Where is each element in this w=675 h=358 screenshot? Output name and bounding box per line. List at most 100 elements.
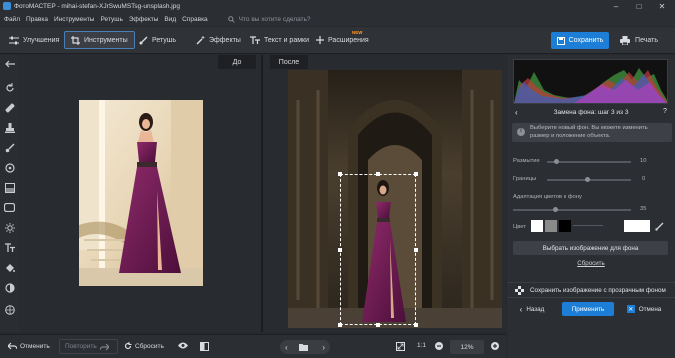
maximize-icon[interactable]: □ [629, 0, 649, 12]
choose-background-image-label: Выбрать изображение для фона [542, 244, 639, 252]
tab-retouch[interactable]: Ретушь [139, 31, 176, 49]
globe-icon[interactable] [4, 304, 15, 315]
compare-icon[interactable] [200, 342, 212, 351]
color-swatch-black[interactable] [559, 220, 571, 232]
info-box: i Выберите новый фон. Вы можете изменить… [512, 123, 672, 142]
resize-handle[interactable] [338, 323, 342, 327]
color-swatch-white[interactable] [531, 220, 543, 232]
help-icon[interactable]: ? [663, 108, 667, 115]
vignette-icon[interactable] [4, 202, 15, 213]
before-label: До [218, 55, 256, 69]
reset-label: Сбросить [135, 342, 164, 350]
resize-handle[interactable] [414, 248, 418, 252]
eyedropper-icon[interactable] [653, 221, 665, 231]
stamp-icon[interactable] [4, 122, 15, 133]
zoom-level-field[interactable]: 12% [450, 340, 484, 354]
adapt-slider[interactable] [513, 209, 631, 211]
eye-icon[interactable] [178, 342, 191, 349]
resize-handle[interactable] [414, 172, 418, 176]
save-icon [556, 36, 565, 45]
blur-value: 10 [640, 158, 647, 164]
fit-screen-icon[interactable] [396, 342, 408, 351]
search-icon [227, 15, 235, 23]
redo-button[interactable]: Повторить [59, 339, 118, 354]
next-photo-icon[interactable]: › [322, 343, 325, 352]
crop-icon [71, 35, 80, 45]
resize-handle[interactable] [338, 172, 342, 176]
bottom-bar: Отменить Повторить Сбросить ‹ › 1:1 12% [0, 334, 506, 358]
back-button[interactable]: ‹ Назад [512, 302, 552, 316]
blur-label: Размытие [513, 158, 540, 164]
print-button[interactable]: Печать [614, 32, 664, 49]
custom-color-swatch[interactable] [624, 220, 650, 232]
tab-effects[interactable]: Эффекты [196, 31, 241, 49]
cancel-button[interactable]: ✕ Отмена [619, 302, 669, 316]
actual-size-button[interactable]: 1:1 [417, 342, 426, 349]
menu-tools[interactable]: Инструменты [54, 16, 95, 23]
menu-help[interactable]: Справка [182, 16, 208, 23]
after-label: После [270, 55, 308, 69]
resize-handle[interactable] [414, 323, 418, 327]
before-after-divider[interactable] [261, 55, 263, 332]
close-x-icon: ✕ [626, 305, 635, 313]
info-icon: i [517, 128, 525, 136]
color-swatch-gray[interactable] [545, 220, 557, 232]
resize-handle[interactable] [376, 323, 380, 327]
actual-size-label: 1:1 [417, 342, 427, 349]
save-transparent-label: Сохранить изображение с прозрачным фоном [530, 286, 666, 294]
text-tool-icon[interactable] [4, 242, 15, 253]
back-arrow-icon[interactable] [4, 58, 15, 69]
reset-button[interactable]: Сбросить [124, 342, 164, 350]
adapt-value: 35 [640, 206, 647, 212]
tab-text-frames-label: Текст и рамки [264, 36, 309, 44]
settings-panel: ‹ Замена фона: шаг 3 из 3 ? i Выберите н… [507, 55, 675, 358]
magic-wand-icon [196, 35, 205, 44]
menu-view[interactable]: Вид [164, 16, 176, 23]
cancel-label: Отмена [638, 305, 662, 313]
resize-handle[interactable] [376, 172, 380, 176]
back-chevron-icon[interactable]: ‹ [515, 108, 518, 117]
adapt-slider-handle[interactable] [553, 207, 558, 212]
plus-icon [316, 36, 324, 44]
fill-bucket-icon[interactable] [4, 262, 15, 273]
color-picker-icon[interactable] [4, 282, 15, 293]
tab-text-frames[interactable]: Текст и рамки [250, 31, 309, 49]
previous-photo-icon[interactable]: ‹ [285, 343, 288, 352]
resize-handle[interactable] [338, 248, 342, 252]
radial-filter-icon[interactable] [4, 162, 15, 173]
borders-slider-handle[interactable] [585, 177, 590, 182]
choose-background-image-button[interactable]: Выбрать изображение для фона [513, 241, 668, 255]
menu-effects[interactable]: Эффекты [129, 16, 159, 23]
command-search[interactable]: Что вы хотите сделать? [227, 15, 311, 23]
blur-slider-handle[interactable] [554, 159, 559, 164]
apply-button[interactable]: Применить [562, 302, 614, 316]
menu-edit[interactable]: Правка [26, 16, 48, 23]
tab-tools[interactable]: Инструменты [64, 31, 135, 49]
zoom-out-icon[interactable] [435, 342, 446, 350]
reset-link[interactable]: Сбросить [507, 260, 675, 267]
rotate-icon[interactable] [4, 82, 15, 93]
minimize-icon[interactable]: – [606, 0, 626, 12]
zoom-in-icon[interactable] [491, 342, 502, 350]
close-icon[interactable]: ✕ [652, 0, 672, 12]
blur-slider[interactable] [547, 161, 631, 163]
tab-enhance[interactable]: Улучшения [9, 31, 59, 49]
save-transparent-button[interactable]: Сохранить изображение с прозрачным фоном [507, 282, 675, 298]
folder-icon[interactable] [299, 343, 308, 351]
brush-tool-icon[interactable] [4, 142, 15, 153]
menu-file[interactable]: Файл [4, 16, 20, 23]
tab-tools-label: Инструменты [84, 36, 128, 44]
light-icon[interactable] [4, 222, 15, 233]
healing-icon[interactable] [4, 102, 15, 113]
step-header: ‹ Замена фона: шаг 3 из 3 ? [507, 105, 675, 119]
borders-value: 0 [642, 176, 646, 182]
photo-navigator: ‹ › [280, 340, 330, 354]
gradient-filter-icon[interactable] [4, 182, 15, 193]
brush-icon [139, 36, 148, 44]
object-selection-box[interactable] [340, 174, 416, 325]
save-button[interactable]: Сохранить [551, 32, 609, 49]
menu-retouch[interactable]: Ретушь [100, 16, 122, 23]
borders-label: Границы [513, 176, 537, 182]
undo-button[interactable]: Отменить [8, 342, 50, 350]
step-title: Замена фона: шаг 3 из 3 [553, 108, 629, 116]
